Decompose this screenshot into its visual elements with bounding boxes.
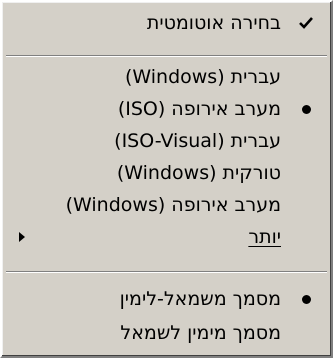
- menu-item-western-iso[interactable]: מערב אירופה (ISO): [8, 92, 325, 126]
- menu-item-hebrew-iso-visual[interactable]: עברית (ISO-Visual): [8, 124, 325, 158]
- menu-item-label: מסמך משמאל-לימין: [119, 288, 281, 310]
- radio-bullet-icon: [295, 282, 317, 316]
- menu-separator: [6, 271, 327, 273]
- menu-item-label: מערב אירופה (Windows): [65, 194, 281, 216]
- menu-item-label: טורקית (Windows): [116, 162, 281, 184]
- menu-item-label: מערב אירופה (ISO): [117, 98, 281, 120]
- menu-separator: [6, 55, 327, 57]
- menu-item-label: בחירה אוטומטית: [146, 12, 281, 34]
- menu-item-hebrew-windows[interactable]: עברית (Windows): [8, 60, 325, 94]
- menu-item-western-windows[interactable]: מערב אירופה (Windows): [8, 188, 325, 222]
- menu-item-more[interactable]: יותר: [8, 220, 325, 254]
- menu-item-label: עברית (Windows): [124, 66, 281, 88]
- menu-item-label: מסמך מימין לשמאל: [120, 322, 281, 344]
- menu-item-label: יותר: [248, 226, 281, 248]
- radio-bullet-icon: [295, 92, 317, 126]
- menu-item-document-ltr[interactable]: מסמך משמאל-לימין: [8, 282, 325, 316]
- encoding-context-menu: בחירה אוטומטית עברית (Windows) מערב אירו…: [0, 0, 333, 358]
- menu-item-label: עברית (ISO-Visual): [114, 130, 281, 152]
- submenu-arrow-icon: [14, 220, 30, 254]
- checkmark-icon: [295, 6, 317, 40]
- menu-item-document-rtl[interactable]: מסמך מימין לשמאל: [8, 316, 325, 350]
- menu-item-auto-select[interactable]: בחירה אוטומטית: [8, 6, 325, 40]
- menu-item-turkish-windows[interactable]: טורקית (Windows): [8, 156, 325, 190]
